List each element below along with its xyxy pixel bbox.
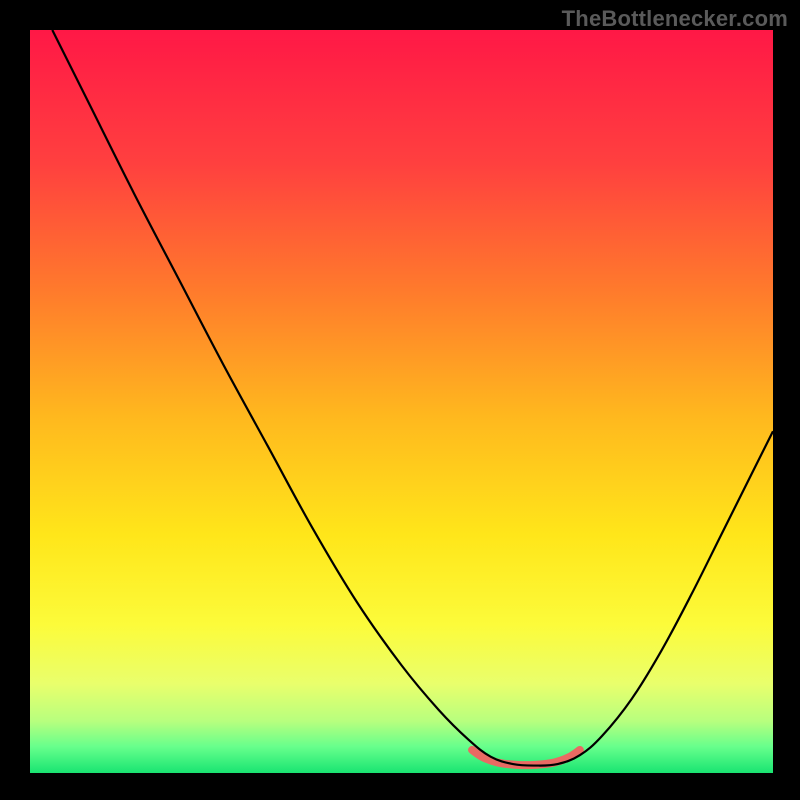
chart-root: TheBottlenecker.com [0,0,800,800]
plot-background [30,30,773,773]
watermark-label: TheBottlenecker.com [562,6,788,32]
chart-svg [0,0,800,800]
